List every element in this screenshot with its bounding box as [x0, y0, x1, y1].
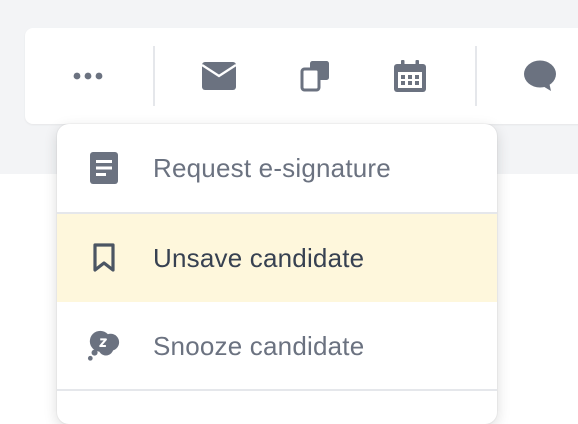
menu-item-request-e-signature[interactable]: Request e-signature	[57, 124, 497, 212]
menu-item-label: Request e-signature	[153, 152, 391, 183]
menu-item-unsave-candidate[interactable]: Unsave candidate	[57, 214, 497, 302]
more-options-dropdown: Request e-signature Unsave candidate Sno…	[57, 124, 497, 424]
bookmark-icon	[87, 214, 121, 302]
menu-item-snooze-candidate[interactable]: Snooze candidate	[57, 302, 497, 390]
comment-button[interactable]	[510, 28, 570, 124]
envelope-icon	[202, 62, 236, 90]
ellipsis-icon	[73, 72, 103, 80]
menu-item-label: Unsave candidate	[153, 242, 365, 273]
document-icon	[87, 124, 121, 212]
candidate-action-toolbar	[25, 28, 578, 124]
more-options-button[interactable]	[58, 28, 118, 124]
copy-button[interactable]	[285, 28, 345, 124]
copy-icon	[300, 61, 329, 92]
menu-divider	[57, 389, 497, 391]
snooze-icon	[87, 302, 121, 390]
schedule-button[interactable]	[380, 28, 440, 124]
toolbar-divider	[475, 46, 477, 106]
email-button[interactable]	[189, 28, 249, 124]
toolbar-divider	[153, 46, 155, 106]
calendar-icon	[394, 60, 426, 92]
comment-icon	[524, 60, 556, 91]
menu-item-label: Snooze candidate	[153, 330, 365, 361]
